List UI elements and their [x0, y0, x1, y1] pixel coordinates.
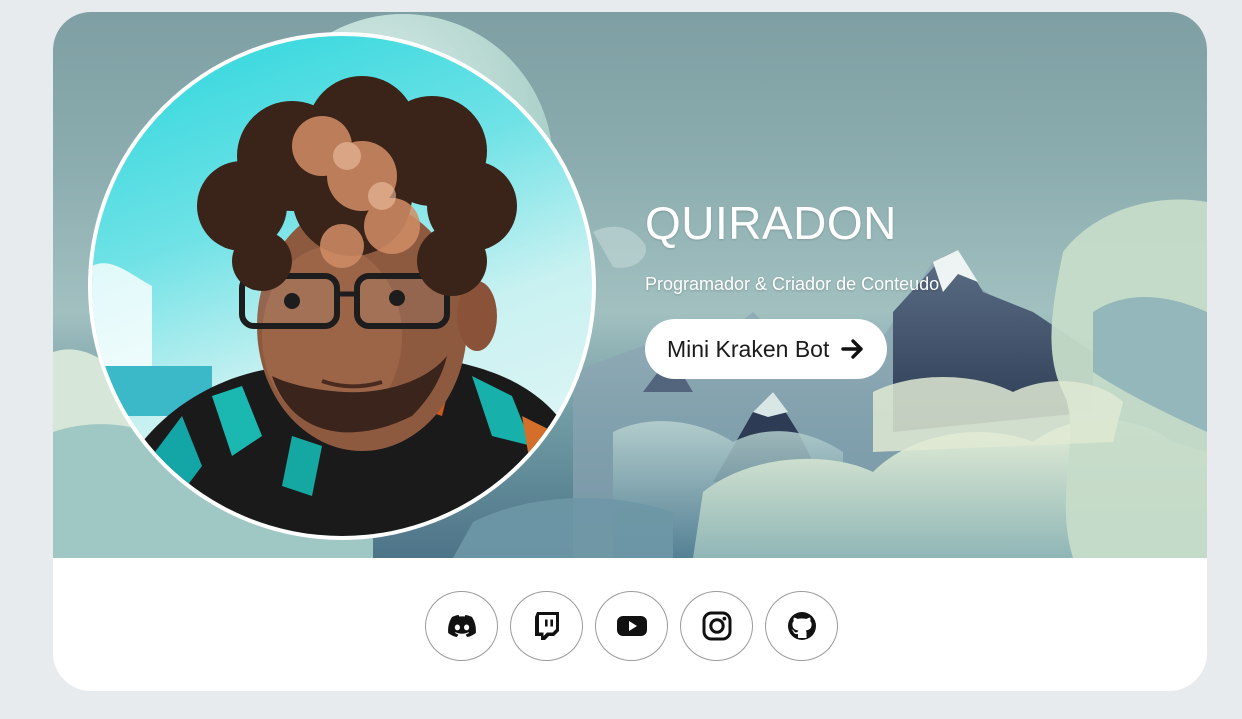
cta-label: Mini Kraken Bot [667, 335, 830, 362]
arrow-right-icon [841, 338, 865, 360]
social-links [425, 591, 838, 661]
discord-button[interactable] [425, 591, 498, 661]
github-icon [787, 611, 817, 641]
youtube-button[interactable] [595, 591, 668, 661]
profile-name: QUIRADON [645, 197, 897, 249]
profile-tagline: Programador & Criador de Conteudo [645, 274, 940, 294]
avatar [88, 32, 596, 540]
discord-icon [447, 614, 477, 638]
twitch-icon [534, 611, 560, 641]
instagram-icon [702, 611, 732, 641]
profile-card: QUIRADON Programador & Criador de Conteu… [53, 12, 1207, 691]
hero-banner: QUIRADON Programador & Criador de Conteu… [53, 12, 1207, 558]
profile-photo-illustration [92, 76, 592, 536]
twitch-button[interactable] [510, 591, 583, 661]
github-button[interactable] [765, 591, 838, 661]
youtube-icon [616, 614, 648, 638]
mini-kraken-bot-button[interactable]: Mini Kraken Bot [645, 319, 888, 379]
instagram-button[interactable] [680, 591, 753, 661]
